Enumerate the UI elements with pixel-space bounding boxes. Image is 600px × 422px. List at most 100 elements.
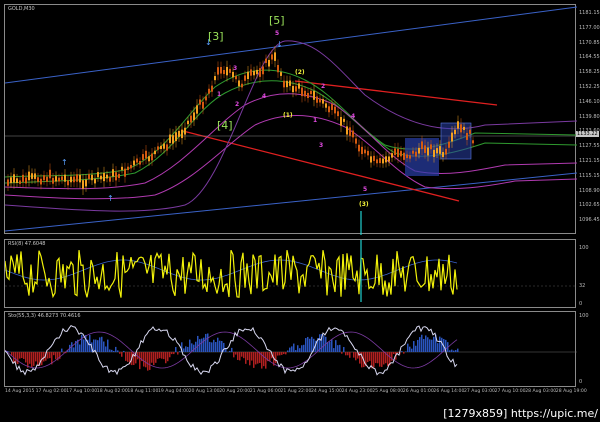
stoch-hist-bar	[157, 352, 159, 359]
stoch-hist-bar	[225, 349, 227, 352]
stoch-hist-bar	[79, 344, 81, 352]
candle	[91, 174, 93, 181]
candle	[85, 179, 87, 187]
stochastic-axis: 100 0	[576, 311, 600, 387]
stoch-hist-bar	[233, 352, 235, 358]
candle	[274, 52, 276, 61]
candle	[109, 177, 111, 182]
candle	[388, 156, 390, 162]
stoch-hist-bar	[341, 352, 343, 354]
stoch-hist-bar	[143, 352, 145, 367]
candle	[262, 66, 264, 75]
candle	[403, 152, 405, 160]
stoch-hist-bar	[307, 336, 309, 352]
candle	[61, 176, 63, 180]
rsi-tick-32: 32	[579, 283, 586, 289]
candle	[436, 148, 438, 154]
stoch-hist-bar	[251, 352, 253, 361]
rsi-pane[interactable]: RSI(8) 47.6048	[4, 239, 577, 308]
stoch-hist-bar	[117, 350, 119, 352]
candle	[433, 149, 435, 158]
candle	[169, 134, 171, 143]
candle	[397, 148, 399, 158]
wave-label-1-paren: (1)	[283, 112, 293, 119]
candle	[271, 54, 273, 60]
candle	[463, 126, 465, 130]
candle	[73, 176, 75, 183]
candle	[226, 66, 228, 76]
stoch-hist-bar	[411, 348, 413, 352]
time-tick: 18 Aug 11:00	[127, 389, 159, 394]
stoch-hist-bar	[53, 352, 55, 356]
candle	[148, 156, 150, 162]
stoch-hist-bar	[299, 348, 301, 352]
stoch-hist-bar	[265, 352, 267, 369]
stoch-hist-bar	[153, 352, 155, 366]
time-tick: 28 Aug 19:00	[555, 389, 587, 394]
candle	[214, 76, 216, 81]
candle	[22, 174, 24, 182]
stoch-hist-bar	[345, 352, 347, 356]
stoch-hist-bar	[183, 348, 185, 352]
stoch-hist-bar	[277, 352, 279, 356]
stoch-hist-bar	[19, 352, 21, 359]
stoch-hist-bar	[203, 337, 205, 352]
time-tick: 26 Aug 01:00	[402, 389, 434, 394]
stoch-hist-bar	[55, 352, 57, 360]
stoch-hist-bar	[311, 336, 313, 352]
stoch-hist-bar	[245, 352, 247, 364]
stoch-hist-bar	[61, 348, 63, 352]
stoch-hist-bar	[17, 352, 19, 364]
stoch-hist-bar	[31, 352, 33, 368]
stoch-hist-bar	[407, 343, 409, 352]
candlestick-series	[7, 46, 474, 196]
candle	[142, 154, 144, 160]
candle	[151, 153, 153, 161]
stoch-tick-100: 100	[579, 313, 589, 319]
candle	[283, 80, 285, 88]
stoch-hist-bar	[81, 334, 83, 352]
candle	[406, 154, 408, 159]
stoch-hist-bar	[185, 346, 187, 352]
stoch-hist-bar	[133, 352, 135, 365]
stoch-hist-bar	[369, 352, 371, 361]
stoch-hist-bar	[121, 352, 123, 357]
stoch-hist-bar	[331, 339, 333, 352]
watermark-text: [1279x859] https://upic.me/	[443, 407, 598, 420]
stoch-hist-bar	[391, 352, 393, 361]
stochastic-pane[interactable]: Sto(55,3,3) 46.8273 70.4616	[4, 311, 577, 387]
candle	[259, 68, 261, 77]
candle	[331, 104, 333, 110]
stoch-hist-bar	[453, 350, 455, 352]
time-tick: 25 Aug 08:00	[372, 389, 404, 394]
candle	[223, 70, 225, 75]
stoch-hist-bar	[431, 339, 433, 352]
candle	[445, 148, 447, 155]
candle	[49, 169, 51, 179]
stoch-hist-bar	[333, 348, 335, 352]
candle	[64, 174, 66, 182]
stoch-hist-bar	[329, 341, 331, 352]
stoch-hist-bar	[377, 352, 379, 364]
stoch-hist-bar	[421, 334, 423, 352]
candle	[121, 166, 123, 170]
candle	[235, 76, 237, 80]
price-tick: 1127.55	[579, 143, 600, 150]
lower-blue-trendline	[5, 172, 577, 232]
candle	[220, 66, 222, 74]
stoch-hist-bar	[279, 352, 281, 356]
time-tick: 27 Aug 10:00	[494, 389, 526, 394]
candle	[139, 161, 141, 165]
stoch-hist-bar	[243, 352, 245, 359]
candle	[385, 156, 387, 163]
candle	[328, 106, 330, 113]
trading-terminal-screenshot: ↑ ↑ ↓ ↓ GOLD,M30 [3] [5] [4] 5 3 4 2 1 (…	[0, 0, 600, 422]
stoch-hist-bar	[287, 350, 289, 352]
wave-label-3-big: [3]	[208, 30, 224, 43]
candle	[346, 126, 348, 135]
candle	[289, 80, 291, 86]
time-tick: 17 Aug 10:00	[66, 389, 98, 394]
stoch-hist-bar	[301, 345, 303, 352]
candle	[421, 141, 423, 150]
price-chart-pane[interactable]: ↑ ↑ ↓ ↓ GOLD,M30 [3] [5] [4] 5 3 4 2 1 (…	[4, 4, 577, 235]
